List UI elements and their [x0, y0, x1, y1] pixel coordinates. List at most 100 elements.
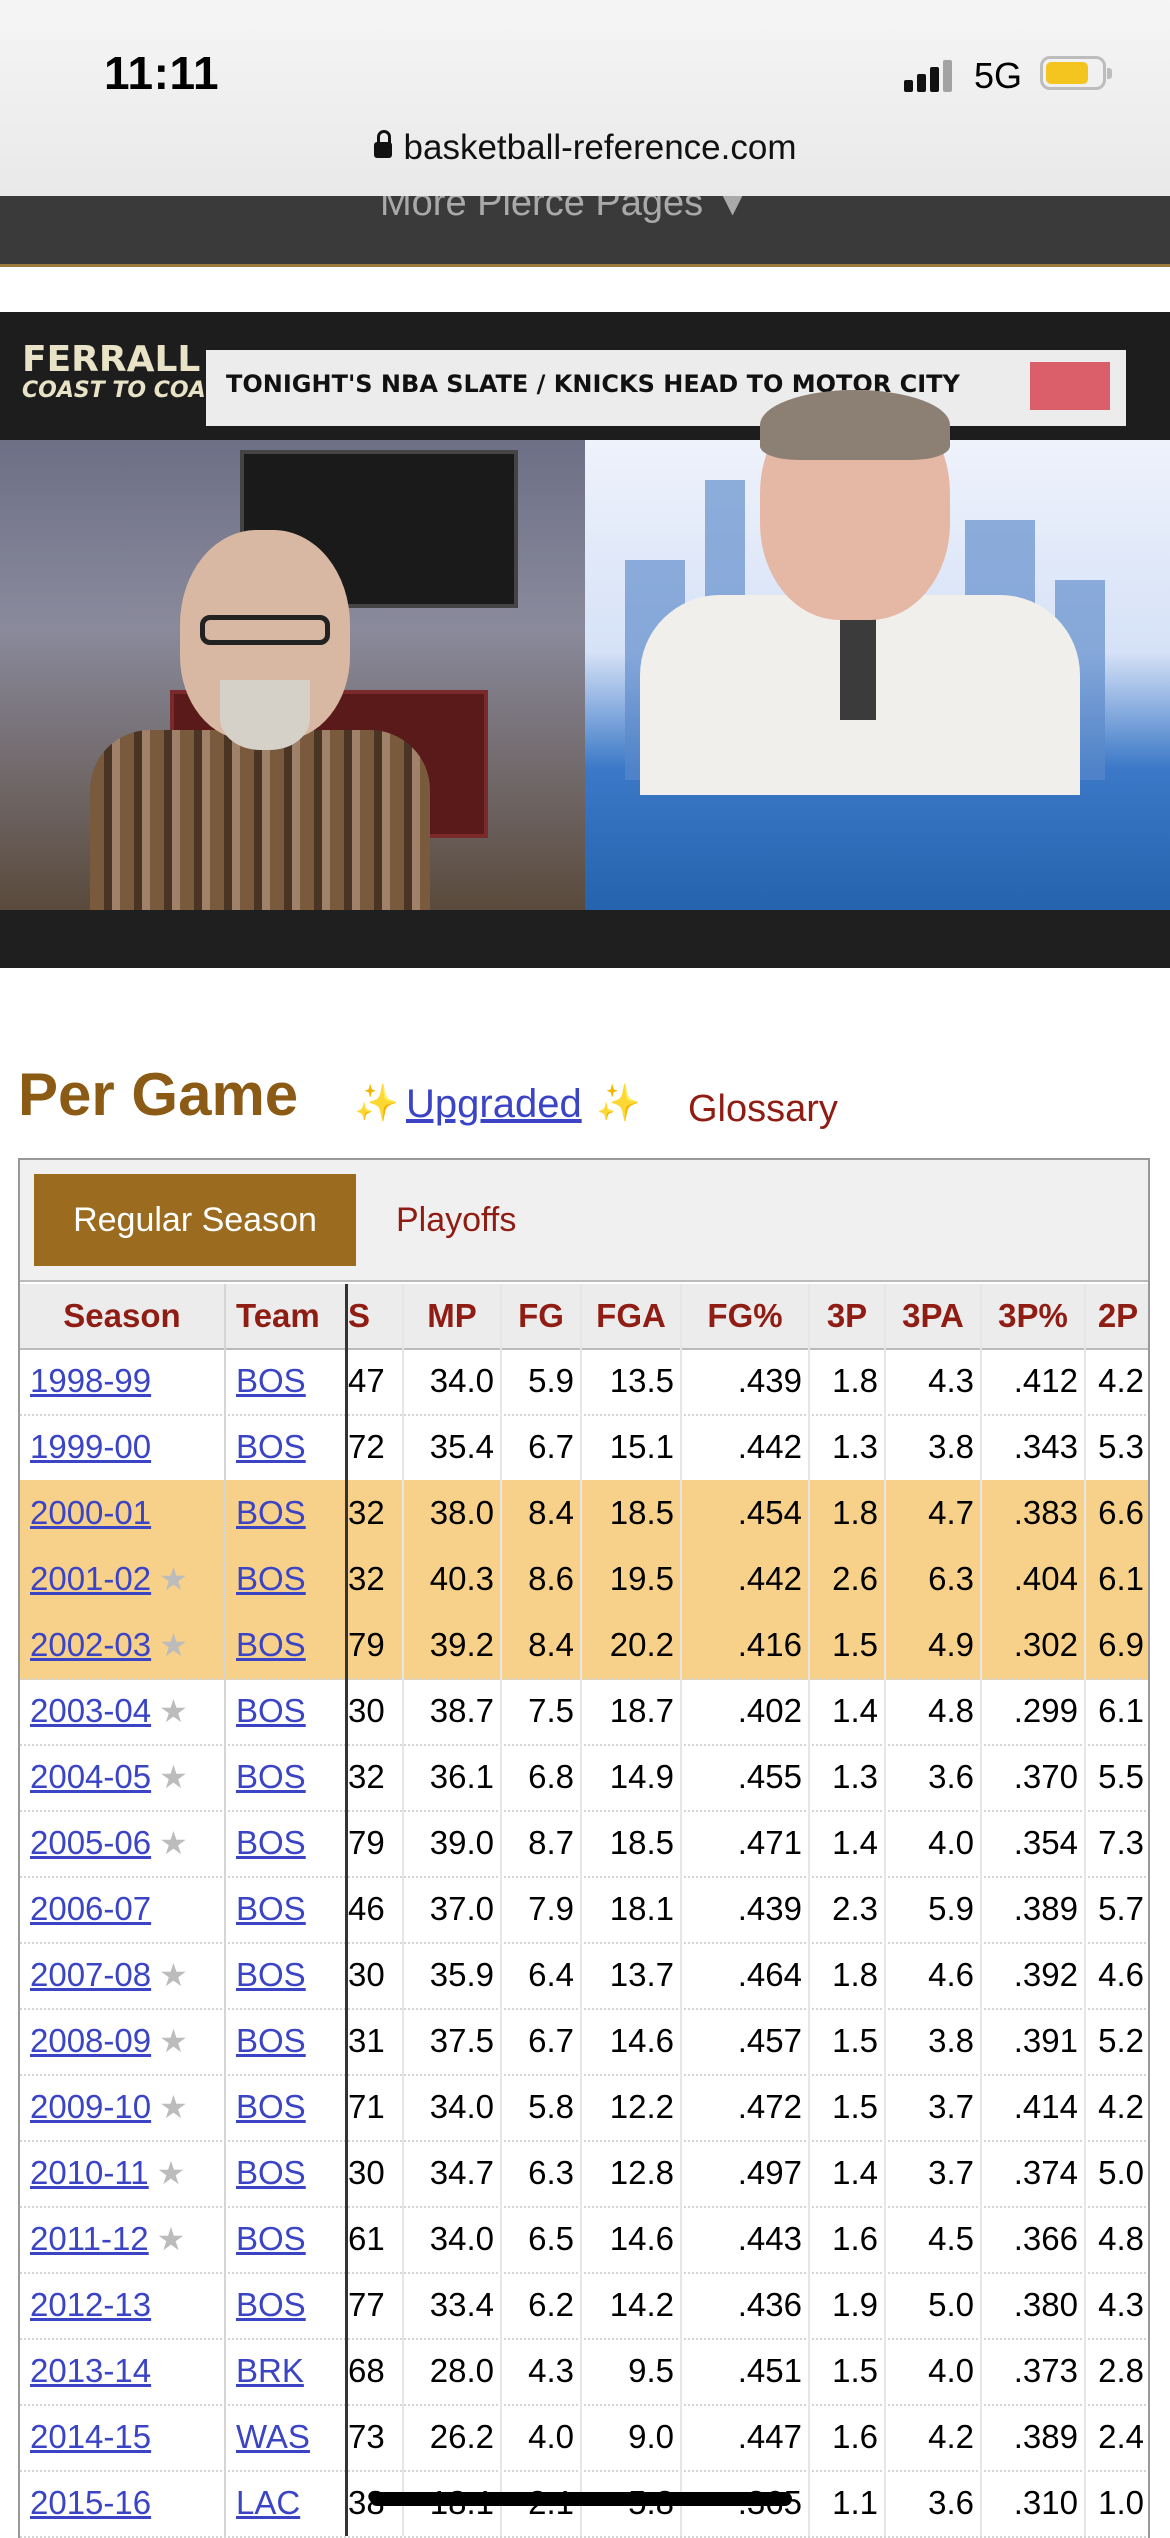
season-link[interactable]: 2004-05	[30, 1758, 151, 1796]
team-link[interactable]: BOS	[236, 1956, 306, 1994]
team-link[interactable]: BOS	[236, 1824, 306, 1862]
team-link[interactable]: BOS	[236, 2154, 306, 2192]
col-header-season[interactable]: Season	[20, 1284, 226, 1348]
mp-cell: 26.2	[402, 2404, 500, 2470]
team-cell: WAS	[226, 2404, 348, 2470]
gs-cell: 79	[348, 1824, 385, 1861]
season-link[interactable]: 2009-10	[30, 2088, 151, 2126]
team-link[interactable]: BOS	[236, 2088, 306, 2126]
table-row: 2011-12 ★ BOS 61 34.0 6.5 14.6.443 1.6 4.5.366 4.…	[20, 2206, 1148, 2274]
team-link[interactable]: BOS	[236, 1362, 306, 1400]
mp-cell: 37.5	[402, 2008, 500, 2074]
team-link[interactable]: WAS	[236, 2418, 310, 2456]
season-cell: 2004-05 ★	[20, 1744, 226, 1810]
3p-cell: 1.4	[808, 1678, 884, 1744]
season-link[interactable]: 1999-00	[30, 1428, 151, 1466]
season-cell: 1999-00	[20, 1414, 226, 1480]
team-link[interactable]: BRK	[236, 2352, 304, 2390]
team-link[interactable]: BOS	[236, 1494, 306, 1532]
fga-cell: 9.5	[580, 2338, 680, 2404]
fga-cell: 19.5	[580, 1546, 680, 1612]
team-link[interactable]: LAC	[236, 2484, 300, 2522]
season-cell: 2011-12 ★	[20, 2206, 226, 2272]
fg-pct-cell: .457	[680, 2008, 808, 2074]
team-cell: BOS	[226, 2074, 348, 2140]
3pa-cell: 5.0	[884, 2272, 980, 2338]
season-cell: 2014-15	[20, 2404, 226, 2470]
browser-chrome: 11:11 5G basketball-reference.com	[0, 0, 1170, 197]
team-cell: BOS	[226, 1876, 348, 1942]
col-header-team[interactable]: Team	[226, 1284, 348, 1348]
team-cell: BOS	[226, 2206, 348, 2272]
player-nav-strip[interactable]: More Pierce Pages ▼	[0, 196, 1170, 267]
team-link[interactable]: BOS	[236, 1758, 306, 1796]
fg-cell: 8.4	[500, 1480, 580, 1546]
season-link[interactable]: 2010-11	[30, 2154, 149, 2192]
gs-cell: 32	[348, 1560, 385, 1597]
3pa-cell: 3.6	[884, 1744, 980, 1810]
col-header-fga[interactable]: FGA	[580, 1284, 680, 1348]
team-link[interactable]: BOS	[236, 2022, 306, 2060]
3pa-cell: 4.6	[884, 1942, 980, 2008]
season-link[interactable]: 1998-99	[30, 1362, 151, 1400]
fga-cell: 14.6	[580, 2206, 680, 2272]
col-header-fg-pct[interactable]: FG%	[680, 1284, 808, 1348]
col-header-3p[interactable]: 3P	[808, 1284, 884, 1348]
team-link[interactable]: BOS	[236, 1626, 306, 1664]
season-link[interactable]: 2002-03	[30, 1626, 151, 1664]
video-player[interactable]: FERRALL COAST TO COAST TONIGHT'S NBA SLA…	[0, 312, 1170, 968]
more-pages-link[interactable]: More Pierce Pages ▼	[380, 196, 751, 225]
season-link[interactable]: 2012-13	[30, 2286, 151, 2324]
season-link[interactable]: 2015-16	[30, 2484, 151, 2522]
table-row: 2000-01 BOS 32 38.0 8.4 18.5.454 1.8 4.7.383 6.6	[20, 1480, 1148, 1548]
address-bar[interactable]: basketball-reference.com	[0, 128, 1170, 168]
tab-regular-season[interactable]: Regular Season	[34, 1174, 356, 1266]
2p-cell: 2.4	[1084, 2404, 1148, 2470]
table-row: 2013-14 BRK 68 28.0 4.3 9.5.451 1.5 4.0.373 2.8	[20, 2338, 1148, 2406]
season-link[interactable]: 2006-07	[30, 1890, 151, 1928]
upgraded-link[interactable]: Upgraded	[406, 1082, 582, 1127]
season-link[interactable]: 2013-14	[30, 2352, 151, 2390]
team-cell: BOS	[226, 1414, 348, 1480]
glossary-link[interactable]: Glossary	[688, 1088, 838, 1131]
3p-pct-cell: .373	[980, 2338, 1084, 2404]
season-link[interactable]: 2011-12	[30, 2220, 149, 2258]
season-link[interactable]: 2001-02	[30, 1560, 151, 1598]
season-link[interactable]: 2003-04	[30, 1692, 151, 1730]
table-row: 2012-13 BOS 77 33.4 6.2 14.2.436 1.9 5.0.380 4.3	[20, 2272, 1148, 2340]
fg-pct-cell: .497	[680, 2140, 808, 2206]
col-header-fg[interactable]: FG	[500, 1284, 580, 1348]
team-link[interactable]: BOS	[236, 2220, 306, 2258]
tab-playoffs[interactable]: Playoffs	[396, 1174, 516, 1266]
3pa-cell: 4.0	[884, 2338, 980, 2404]
3p-pct-cell: .383	[980, 1480, 1084, 1546]
col-header-gs[interactable]: S	[348, 1284, 402, 1348]
season-link[interactable]: 2000-01	[30, 1494, 151, 1532]
season-cell: 2000-01	[20, 1480, 226, 1546]
team-link[interactable]: BOS	[236, 1692, 306, 1730]
season-link[interactable]: 2014-15	[30, 2418, 151, 2456]
col-header-3pa[interactable]: 3PA	[884, 1284, 980, 1348]
team-link[interactable]: BOS	[236, 2286, 306, 2324]
3p-cell: 1.9	[808, 2272, 884, 2338]
stats-panel: Regular Season Playoffs Season Team S MP…	[18, 1158, 1150, 2538]
season-link[interactable]: 2007-08	[30, 1956, 151, 1994]
team-link[interactable]: BOS	[236, 1560, 306, 1598]
fg-cell: 4.0	[500, 2404, 580, 2470]
season-link[interactable]: 2005-06	[30, 1824, 151, 1862]
col-header-2p[interactable]: 2P	[1084, 1284, 1148, 1348]
table-row: 2008-09 ★ BOS 31 37.5 6.7 14.6.457 1.5 3.8.391 5.…	[20, 2008, 1148, 2076]
team-link[interactable]: BOS	[236, 1428, 306, 1466]
home-indicator[interactable]	[370, 2492, 792, 2506]
col-header-mp[interactable]: MP	[402, 1284, 500, 1348]
team-link[interactable]: BOS	[236, 1890, 306, 1928]
team-cell: BOS	[226, 1678, 348, 1744]
gs-cell: 73	[348, 2418, 385, 2455]
fg-cell: 4.3	[500, 2338, 580, 2404]
fga-cell: 15.1	[580, 1414, 680, 1480]
col-header-3p-pct[interactable]: 3P%	[980, 1284, 1084, 1348]
fg-pct-cell: .416	[680, 1612, 808, 1678]
season-link[interactable]: 2008-09	[30, 2022, 151, 2060]
team-cell: BOS	[226, 2140, 348, 2206]
fg-cell: 5.9	[500, 1348, 580, 1414]
